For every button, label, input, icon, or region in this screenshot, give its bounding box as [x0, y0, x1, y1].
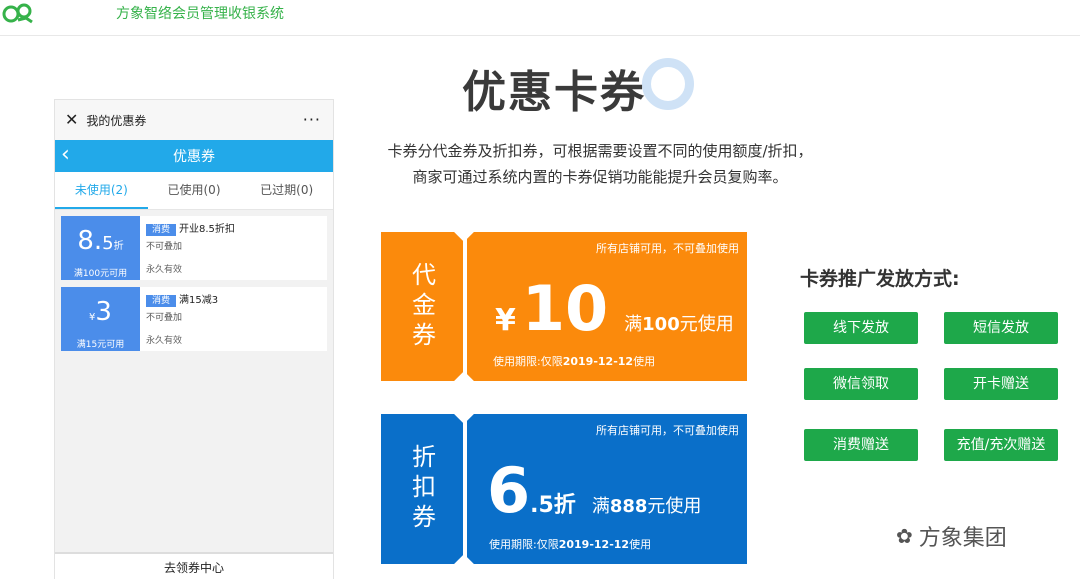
watermark: ✿ 方象集团: [896, 520, 1007, 552]
coupon-value-unit: 折: [113, 241, 124, 252]
voucher-type: 代金券: [407, 261, 436, 352]
currency-symbol: ¥: [495, 303, 516, 338]
coupon-value-block: ¥3 满15元可用: [61, 287, 140, 351]
coupon-tag: 消费: [146, 295, 177, 307]
discount-top-note: 所有店铺可用，不可叠加使用: [596, 424, 739, 437]
app-title: 方象智络会员管理收银系统: [116, 6, 284, 22]
coupon-list: 8.5折 满100元可用 消费 开业8.5折扣 不可叠加 永久有效 ¥3 满15元…: [55, 210, 333, 351]
coupon-validity: 永久有效: [146, 336, 183, 346]
tab-unused[interactable]: 未使用(2): [55, 172, 148, 209]
cond-prefix: 满: [624, 314, 643, 335]
coupon-value: 8.: [77, 226, 103, 256]
cond-suffix: 元使用: [647, 496, 702, 517]
phone-nav-title: 优惠券: [173, 149, 215, 165]
date-prefix: 使用期限:仅限: [493, 355, 563, 368]
date-suffix: 使用: [633, 355, 656, 368]
voucher-value-row: ¥ 10 满100元使用: [495, 274, 734, 344]
cond-amount: 888: [609, 496, 648, 517]
wechat-icon: ✿: [896, 524, 913, 548]
card-open-gift-button[interactable]: 开卡赠送: [944, 368, 1058, 400]
back-icon[interactable]: ‹: [61, 143, 70, 167]
discount-card: 折扣券 所有店铺可用，不可叠加使用 6.5折 满888元使用 使用期限:仅限20…: [381, 404, 747, 574]
coupon-value-decimal: 5: [102, 233, 114, 254]
coupon-tag: 消费: [146, 224, 177, 236]
coupon-tabs: 未使用(2) 已使用(0) 已过期(0): [55, 172, 333, 210]
discount-type: 折扣券: [407, 444, 436, 534]
voucher-body: 所有店铺可用，不可叠加使用 ¥ 10 满100元使用 使用期限:仅限2019-1…: [467, 232, 747, 381]
date-value: 2019-12-12: [562, 355, 634, 368]
phone-title: 我的优惠券: [86, 113, 147, 128]
coupon-stack-rule: 不可叠加: [146, 313, 183, 323]
page-title: 优惠卡券: [462, 67, 646, 118]
voucher-value: 10: [521, 272, 609, 345]
discount-body: 所有店铺可用，不可叠加使用 6.5折 满888元使用 使用期限:仅限2019-1…: [467, 414, 747, 564]
logo-icon: [2, 3, 33, 24]
description-line-2: 商家可通过系统内置的卡券促销功能能提升会员复购率。: [412, 168, 788, 186]
cond-amount: 100: [642, 314, 680, 335]
coupon-name: 满15减3: [179, 295, 219, 306]
methods-title: 卡券推广发放方式:: [800, 268, 960, 290]
cond-prefix: 满: [591, 496, 610, 517]
title-decoration-ring: [642, 58, 694, 110]
top-bar: 方象智络会员管理收银系统: [0, 0, 1080, 36]
description: 卡券分代金券及折扣券，可根据需要设置不同的使用额度/折扣， 商家可通过系统内置的…: [340, 138, 860, 190]
discount-stub: 折扣券: [381, 414, 463, 564]
list-item[interactable]: ¥3 满15元可用 消费 满15减3 不可叠加 永久有效: [61, 287, 327, 351]
description-line-1: 卡券分代金券及折扣券，可根据需要设置不同的使用额度/折扣，: [387, 142, 813, 160]
recharge-gift-button[interactable]: 充值/充次赠送: [944, 429, 1058, 461]
voucher-top-note: 所有店铺可用，不可叠加使用: [596, 242, 739, 255]
more-icon[interactable]: ···: [303, 110, 321, 129]
tab-expired[interactable]: 已过期(0): [240, 172, 333, 209]
purchase-gift-button[interactable]: 消费赠送: [804, 429, 918, 461]
cond-suffix: 元使用: [679, 314, 734, 335]
coupon-condition: 满15元可用: [76, 340, 125, 350]
discount-value: 6.5折: [487, 456, 576, 541]
discount-value-decimal: .5折: [530, 493, 576, 518]
discount-date: 使用期限:仅限2019-12-12使用: [489, 536, 651, 552]
discount-condition: 满888元使用: [592, 492, 702, 518]
phone-nav-bar: ‹ 优惠券: [55, 140, 333, 172]
voucher-date: 使用期限:仅限2019-12-12使用: [493, 353, 655, 369]
coupon-stack-rule: 不可叠加: [146, 242, 183, 252]
phone-mockup: ✕ 我的优惠券 ··· ‹ 优惠券 未使用(2) 已使用(0) 已过期(0) 8…: [54, 99, 334, 580]
coupon-validity: 永久有效: [146, 265, 183, 275]
date-prefix: 使用期限:仅限: [489, 538, 559, 551]
voucher-stub: 代金券: [381, 232, 463, 381]
sms-issue-button[interactable]: 短信发放: [944, 312, 1058, 344]
voucher-card: 代金券 所有店铺可用，不可叠加使用 ¥ 10 满100元使用 使用期限:仅限20…: [381, 222, 747, 391]
coupon-info: 消费 满15减3 不可叠加 永久有效: [140, 287, 327, 351]
close-icon[interactable]: ✕: [65, 112, 78, 128]
discount-value-int: 6: [487, 454, 531, 527]
wechat-claim-button[interactable]: 微信领取: [804, 368, 918, 400]
coupon-name: 开业8.5折扣: [179, 224, 235, 235]
list-item[interactable]: 8.5折 满100元可用 消费 开业8.5折扣 不可叠加 永久有效: [61, 216, 327, 280]
date-suffix: 使用: [629, 538, 652, 551]
coupon-condition: 满100元可用: [73, 269, 128, 279]
tab-used[interactable]: 已使用(0): [148, 172, 241, 209]
coupon-value-block: 8.5折 满100元可用: [61, 216, 140, 280]
voucher-condition: 满100元使用: [624, 310, 734, 336]
coupon-info: 消费 开业8.5折扣 不可叠加 永久有效: [140, 216, 327, 280]
date-value: 2019-12-12: [558, 538, 630, 551]
coupon-center-link[interactable]: 去领券中心: [55, 552, 333, 580]
watermark-text: 方象集团: [918, 526, 1007, 551]
coupon-value: 3: [95, 297, 112, 327]
offline-issue-button[interactable]: 线下发放: [804, 312, 918, 344]
discount-value-row: 6.5折 满888元使用: [487, 456, 701, 541]
phone-title-bar: ✕ 我的优惠券 ···: [55, 100, 333, 140]
